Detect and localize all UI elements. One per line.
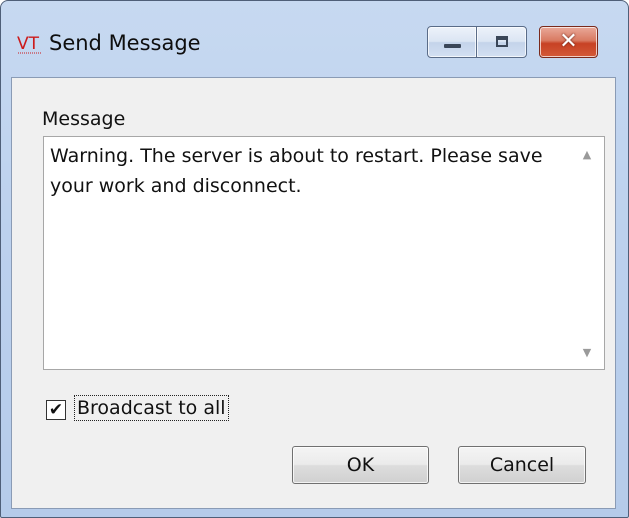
vt-logo-text: VT [17,34,40,54]
dialog-body: Message Warning. The server is about to … [11,77,616,509]
message-label: Message [42,108,126,130]
close-button[interactable]: ✕ [539,26,598,58]
broadcast-label[interactable]: Broadcast to all [74,395,229,421]
scroll-up-icon[interactable]: ▲ [570,145,604,165]
maximize-icon [496,36,508,47]
message-textarea[interactable]: Warning. The server is about to restart.… [43,136,605,370]
close-icon: ✕ [559,29,578,54]
message-scrollbar[interactable]: ▲ ▼ [570,137,604,369]
scroll-down-icon[interactable]: ▼ [570,343,604,363]
minimize-icon [444,44,461,48]
maximize-button[interactable] [476,26,527,58]
cancel-button[interactable]: Cancel [458,446,586,484]
ok-button[interactable]: OK [292,446,429,484]
minimize-button[interactable] [427,26,477,58]
send-message-window: VT Send Message ✕ Message Warning. The s… [0,0,629,518]
window-title: Send Message [49,31,201,55]
vt-logo-icon: VT [17,34,41,54]
message-text[interactable]: Warning. The server is about to restart.… [50,141,560,201]
title-bar[interactable]: VT Send Message ✕ [1,1,628,77]
broadcast-checkbox[interactable]: ✔ [46,400,66,420]
